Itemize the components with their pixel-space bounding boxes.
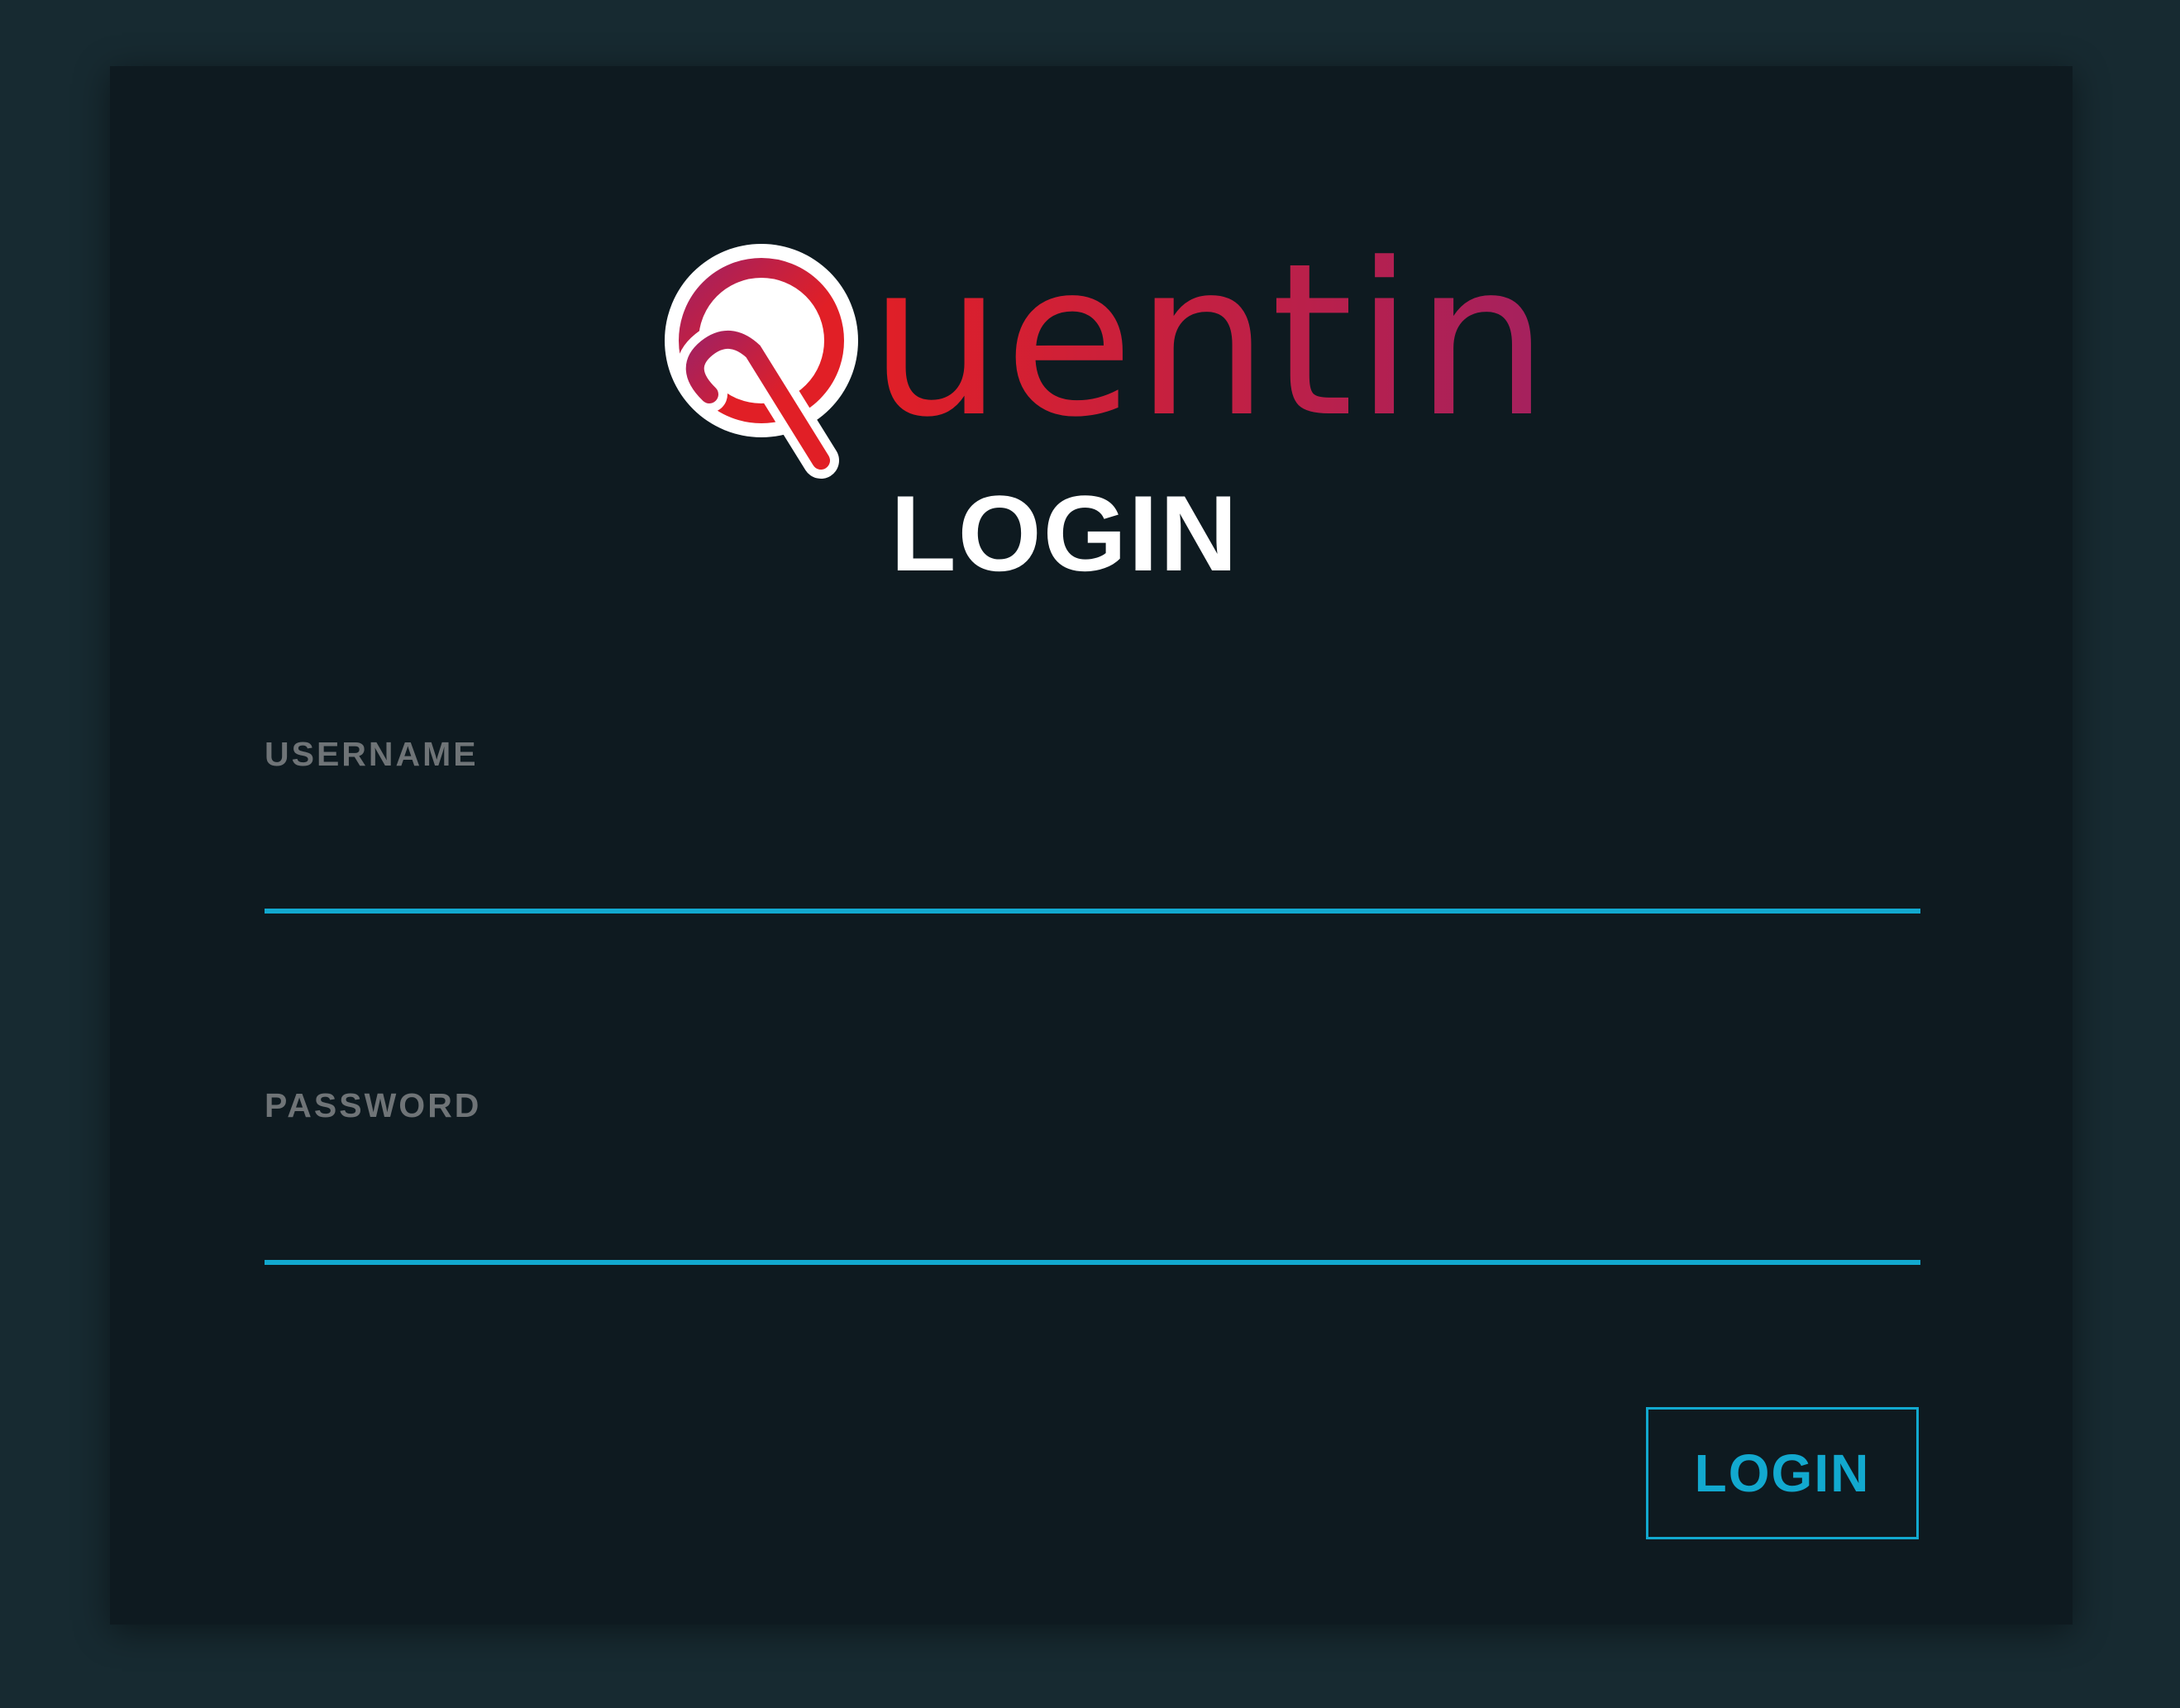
page-title: LOGIN: [890, 473, 1239, 594]
login-card: uentin LOGIN USERNAME PASSWORD LOGIN: [110, 66, 2073, 1625]
username-input[interactable]: [265, 823, 1920, 914]
password-input[interactable]: [265, 1174, 1920, 1265]
login-button[interactable]: LOGIN: [1646, 1407, 1919, 1539]
logo-wordmark: uentin: [869, 244, 1551, 464]
password-label: PASSWORD: [265, 1086, 482, 1124]
q-logo-icon: [665, 244, 858, 479]
username-label: USERNAME: [265, 735, 479, 773]
